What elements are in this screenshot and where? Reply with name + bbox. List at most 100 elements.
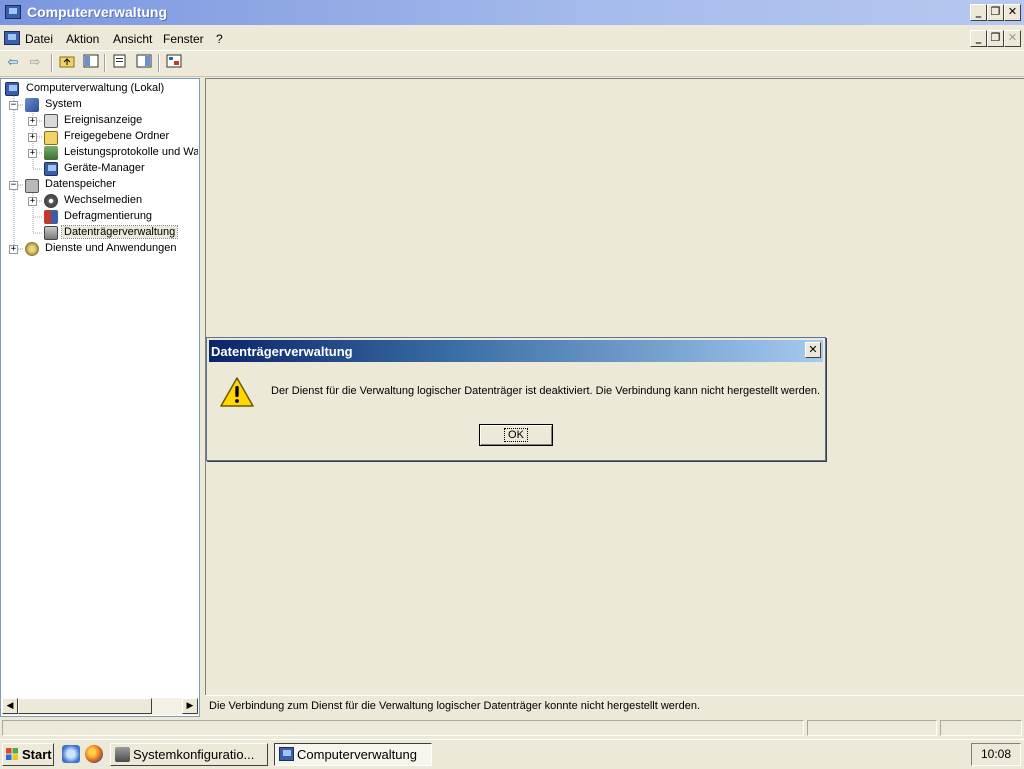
computer-icon: [5, 82, 19, 96]
ok-button-label: OK: [504, 428, 528, 442]
ok-button[interactable]: OK: [479, 424, 553, 446]
collapse-icon[interactable]: −: [9, 101, 18, 110]
tree-horizontal-scrollbar[interactable]: ◀ ▶: [2, 698, 198, 715]
expand-icon[interactable]: +: [28, 133, 37, 142]
device-manager-icon: [44, 162, 58, 176]
window-title: Computerverwaltung: [27, 4, 168, 20]
expand-icon[interactable]: +: [9, 245, 18, 254]
details-status-message: Die Verbindung zum Dienst für die Verwal…: [209, 700, 700, 712]
menu-help[interactable]: ?: [216, 32, 223, 46]
taskbar: Start Systemkonfiguratio... Computerverw…: [0, 739, 1024, 769]
msconfig-icon: [115, 747, 130, 762]
tree-item-label: Leistungsprotokolle und War: [64, 146, 198, 158]
start-button[interactable]: Start: [2, 743, 54, 766]
system-tools-icon: [25, 98, 39, 112]
tree-item-label: Datenträgerverwaltung: [60, 225, 179, 239]
back-arrow-icon[interactable]: ⇦: [4, 54, 22, 72]
services-apps-icon: [25, 242, 39, 256]
scroll-right-icon[interactable]: ▶: [182, 698, 198, 714]
forward-arrow-icon[interactable]: ⇨: [26, 54, 44, 72]
clock: 10:08: [980, 747, 1012, 761]
shared-folder-icon: [44, 131, 58, 145]
export-list-icon[interactable]: [165, 54, 183, 72]
properties-icon[interactable]: [111, 54, 129, 72]
collapse-icon[interactable]: −: [9, 181, 18, 190]
removable-media-icon: [44, 194, 58, 208]
up-folder-icon[interactable]: [58, 54, 76, 72]
window-title-bar[interactable]: Computerverwaltung _ ❐ ✕: [0, 0, 1024, 25]
disk-management-icon: [44, 226, 58, 240]
tree-item-freigegebene-ordner[interactable]: + Freigegebene Ordner: [28, 129, 198, 145]
menu-fenster[interactable]: Fenster: [163, 32, 204, 46]
toolbar: ⇦ ⇨: [0, 51, 1024, 77]
close-button[interactable]: ✕: [1004, 4, 1021, 21]
tree-item-label: Defragmentierung: [64, 210, 153, 222]
tree-item-label: Wechselmedien: [64, 194, 143, 206]
dialog-close-button[interactable]: ✕: [805, 342, 821, 358]
toolbar-separator: [158, 54, 160, 72]
toolbar-separator: [104, 54, 106, 72]
tree-item-system[interactable]: − System: [9, 97, 199, 113]
scrollbar-thumb[interactable]: [18, 698, 152, 714]
tree-item-wechselmedien[interactable]: + Wechselmedien: [28, 193, 198, 209]
expand-icon[interactable]: +: [28, 149, 37, 158]
minimize-button[interactable]: _: [970, 4, 987, 21]
dialog-title: Datenträgerverwaltung: [211, 344, 353, 359]
warning-icon: [220, 377, 254, 407]
child-close-button[interactable]: ✕: [1004, 30, 1021, 47]
help-icon[interactable]: [135, 54, 153, 72]
taskbar-button-computerverwaltung[interactable]: Computerverwaltung: [274, 743, 432, 766]
internet-explorer-icon[interactable]: [62, 745, 80, 763]
event-viewer-icon: [44, 114, 58, 128]
expand-icon[interactable]: +: [28, 197, 37, 206]
mmc-document-icon[interactable]: [4, 31, 20, 45]
tree-item-datenspeicher[interactable]: − Datenspeicher: [9, 177, 199, 193]
firefox-icon[interactable]: [85, 745, 103, 763]
tree-item-dienste-und-anwendungen[interactable]: + Dienste und Anwendungen: [9, 241, 199, 257]
show-hide-tree-icon[interactable]: [82, 54, 100, 72]
child-minimize-button[interactable]: _: [970, 30, 987, 47]
error-dialog: Datenträgerverwaltung ✕ Der Dienst für d…: [206, 337, 826, 461]
computer-management-icon: [5, 5, 21, 19]
dialog-title-bar[interactable]: Datenträgerverwaltung ✕: [209, 340, 823, 362]
start-label: Start: [22, 747, 52, 762]
dialog-message: Der Dienst für die Verwaltung logischer …: [271, 385, 821, 397]
taskbar-button-systemkonfiguration[interactable]: Systemkonfiguratio...: [110, 743, 268, 766]
toolbar-separator: [51, 54, 53, 72]
storage-icon: [25, 179, 39, 193]
console-tree[interactable]: Computerverwaltung (Lokal) − System + Er…: [0, 78, 200, 717]
tree-item-label: Computerverwaltung (Lokal): [26, 82, 165, 94]
scroll-left-icon[interactable]: ◀: [2, 698, 18, 714]
tree-item-leistungsprotokolle[interactable]: + Leistungsprotokolle und War: [28, 145, 198, 161]
status-panel-3: [940, 720, 1022, 736]
menu-ansicht[interactable]: Ansicht: [113, 32, 152, 46]
status-panel-main: [2, 720, 804, 736]
performance-logs-icon: [44, 146, 58, 160]
computer-management-icon: [279, 747, 294, 761]
tree-item-datentraegerverwaltung[interactable]: Datenträgerverwaltung: [28, 225, 198, 241]
expand-icon[interactable]: +: [28, 117, 37, 126]
tree-item-geraete-manager[interactable]: Geräte-Manager: [28, 161, 198, 177]
tree-item-label: Dienste und Anwendungen: [45, 242, 177, 254]
tree-item-defragmentierung[interactable]: Defragmentierung: [28, 209, 198, 225]
menu-bar: Datei Aktion Ansicht Fenster ? _ ❐ ✕: [0, 26, 1024, 51]
tree-item-computerverwaltung[interactable]: Computerverwaltung (Lokal): [5, 81, 195, 97]
tree-item-ereignisanzeige[interactable]: + Ereignisanzeige: [28, 113, 198, 129]
defrag-icon: [44, 210, 58, 224]
taskbar-button-label: Computerverwaltung: [297, 747, 417, 762]
windows-flag-icon: [6, 748, 18, 760]
system-tray-clock[interactable]: 10:08: [971, 743, 1021, 766]
tree-item-label: Freigegebene Ordner: [64, 130, 170, 142]
status-panel-2: [807, 720, 937, 736]
tree-item-label: Datenspeicher: [45, 178, 116, 190]
restore-button[interactable]: ❐: [987, 4, 1004, 21]
child-restore-button[interactable]: ❐: [987, 30, 1004, 47]
menu-datei[interactable]: Datei: [25, 32, 53, 46]
taskbar-button-label: Systemkonfiguratio...: [133, 747, 255, 762]
status-bar: [0, 718, 1024, 738]
details-pane-status: Die Verbindung zum Dienst für die Verwal…: [205, 695, 1024, 716]
menu-aktion[interactable]: Aktion: [66, 32, 99, 46]
tree-item-label: Ereignisanzeige: [64, 114, 143, 126]
tree-item-label: Geräte-Manager: [64, 162, 145, 174]
tree-item-label: System: [45, 98, 82, 110]
